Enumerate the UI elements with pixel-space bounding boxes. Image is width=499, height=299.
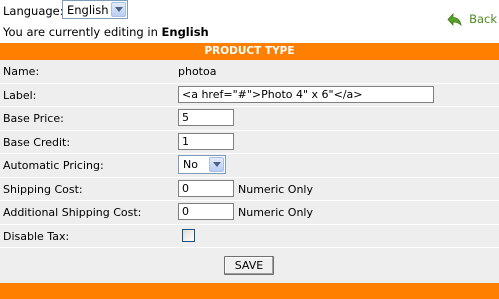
back-arrow-icon bbox=[447, 12, 469, 27]
chevron-down-icon[interactable] bbox=[111, 2, 126, 17]
language-label: Language: bbox=[3, 4, 64, 18]
row-label: Label: <a href="#">Photo 4" x 6"</a> bbox=[0, 84, 499, 107]
name-value: photoa bbox=[178, 65, 217, 78]
editing-prefix: You are currently editing in bbox=[3, 25, 162, 39]
shipping-cost-input[interactable]: 0 bbox=[178, 179, 234, 197]
base-price-label: Base Price: bbox=[3, 112, 64, 125]
additional-shipping-cost-note: Numeric Only bbox=[238, 206, 314, 219]
base-price-input[interactable]: 5 bbox=[178, 109, 234, 126]
editing-notice: You are currently editing in English bbox=[3, 25, 209, 39]
row-shipping-cost: Shipping Cost: 0 Numeric Only bbox=[0, 178, 499, 201]
shipping-cost-label: Shipping Cost: bbox=[3, 182, 83, 196]
row-disable-tax: Disable Tax: bbox=[0, 225, 499, 248]
base-credit-input[interactable]: 1 bbox=[178, 132, 234, 150]
additional-shipping-cost-input[interactable]: 0 bbox=[178, 203, 234, 220]
label-label: Label: bbox=[3, 88, 37, 102]
section-title: PRODUCT TYPE bbox=[204, 45, 295, 57]
shipping-cost-note: Numeric Only bbox=[238, 182, 314, 196]
additional-shipping-cost-label: Additional Shipping Cost: bbox=[3, 206, 142, 219]
language-select[interactable]: English bbox=[62, 0, 128, 19]
language-select-value: English bbox=[67, 3, 109, 17]
row-base-credit: Base Credit: 1 bbox=[0, 131, 499, 154]
name-label: Name: bbox=[3, 65, 40, 78]
back-link[interactable]: Back bbox=[447, 12, 497, 27]
disable-tax-checkbox[interactable] bbox=[182, 228, 195, 242]
save-button[interactable]: SAVE bbox=[224, 256, 274, 275]
row-base-price: Base Price: 5 bbox=[0, 107, 499, 131]
label-input[interactable]: <a href="#">Photo 4" x 6"</a> bbox=[178, 85, 434, 103]
editing-language: English bbox=[161, 25, 209, 39]
automatic-pricing-label: Automatic Pricing: bbox=[3, 159, 104, 172]
section-header: PRODUCT TYPE bbox=[0, 43, 499, 60]
top-area: Language: English You are currently edit… bbox=[0, 0, 499, 42]
back-label: Back bbox=[469, 12, 497, 26]
base-credit-label: Base Credit: bbox=[3, 135, 71, 149]
footer-bar bbox=[0, 283, 499, 299]
row-automatic-pricing: Automatic Pricing: No bbox=[0, 154, 499, 178]
product-type-form: Name: photoa Label: <a href="#">Photo 4"… bbox=[0, 60, 499, 283]
chevron-down-icon[interactable] bbox=[209, 157, 224, 172]
row-name: Name: photoa bbox=[0, 60, 499, 84]
automatic-pricing-value: No bbox=[183, 158, 198, 171]
automatic-pricing-select[interactable]: No bbox=[178, 155, 226, 174]
row-additional-shipping-cost: Additional Shipping Cost: 0 Numeric Only bbox=[0, 201, 499, 225]
disable-tax-label: Disable Tax: bbox=[3, 229, 70, 243]
